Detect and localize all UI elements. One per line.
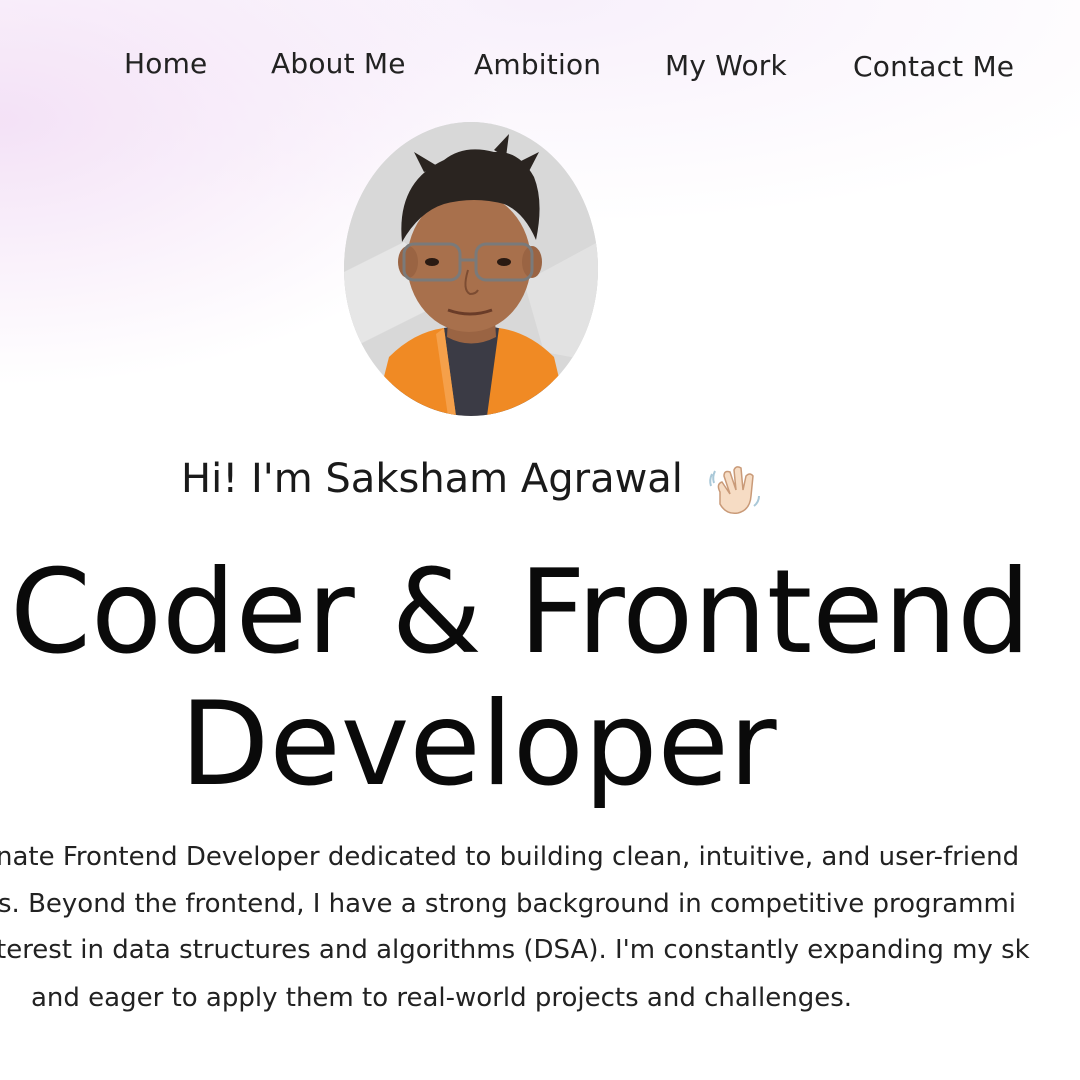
hero-bio: nate Frontend Developer dedicated to bui… [0,838,1080,1038]
nav-my-work-link[interactable]: My Work [665,49,787,82]
bio-line: and eager to apply them to real-world pr… [31,983,853,1013]
nav-contact-me-link[interactable]: Contact Me [853,50,1014,83]
main-nav: Home About Me Ambition My Work Contact M… [0,44,1080,88]
profile-photo-illustration [344,122,598,416]
bio-line: terest in data structures and algorithms… [0,935,1030,965]
nav-home-link[interactable]: Home [124,47,208,80]
hero-greeting: Hi! I'm Saksham Agrawal [181,456,683,502]
hero-headline-line1: Coder & Frontend [10,545,1031,680]
profile-avatar [344,122,598,416]
hero-headline-line2: Developer [180,677,777,812]
nav-about-me-link[interactable]: About Me [271,47,406,80]
nav-ambition-link[interactable]: Ambition [474,48,601,81]
waving-hand-icon [709,466,760,515]
bio-line: s. Beyond the frontend, I have a strong … [0,889,1016,919]
bio-line: nate Frontend Developer dedicated to bui… [0,842,1020,872]
